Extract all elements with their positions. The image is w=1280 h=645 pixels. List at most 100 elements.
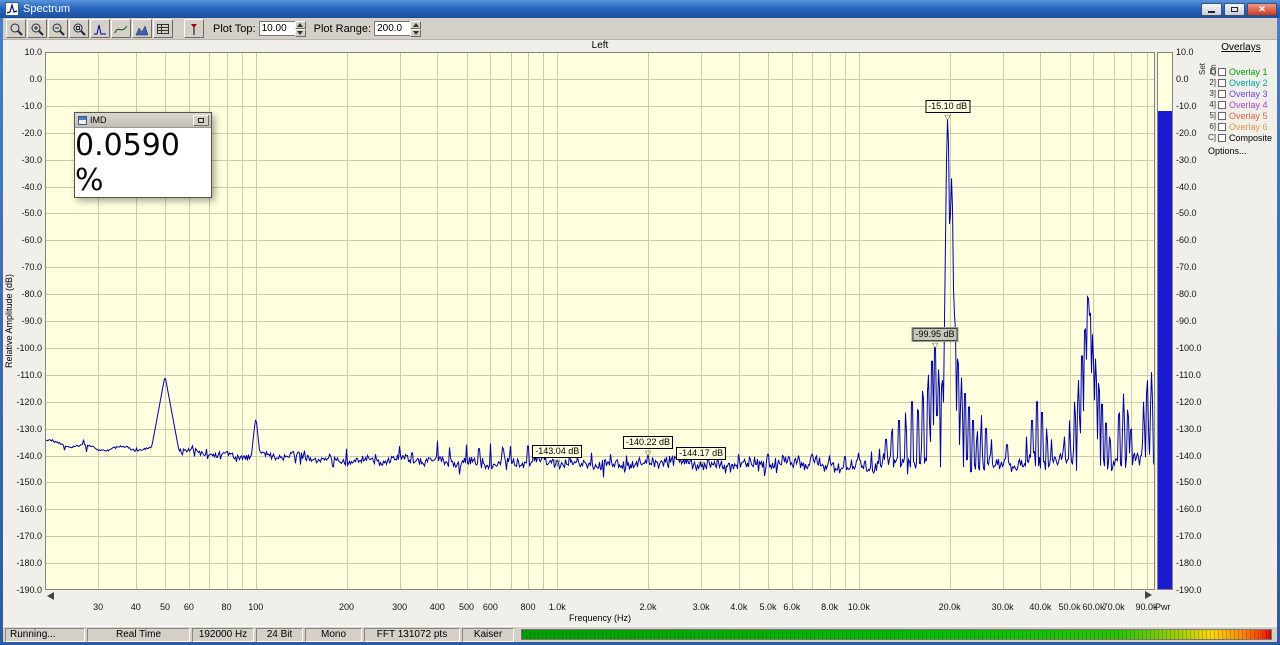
cursor-marker[interactable]: -144.17 dB ▽ [676,443,727,469]
marker-readout[interactable]: -15.10 dB [925,100,971,113]
cursor-marker[interactable]: -15.10 dB ▽ [925,96,971,122]
overlay-set-button[interactable]: 1] [1205,67,1216,76]
x-tick-label: 5.0k [759,602,777,612]
statusbar-segment: Kaiser [462,628,514,642]
plot-range-spinbox [374,20,422,37]
x-tick-label: 50 [159,602,170,612]
y-tick-label: -180.0 [1176,558,1202,568]
zoom-region-button[interactable] [69,19,89,38]
cursor-marker[interactable]: -143.04 dB ▽ [532,441,583,467]
y-tick-label: -120.0 [1176,397,1202,407]
minimize-icon [1208,10,1215,13]
x-tick-label: 300 [392,602,408,612]
zoom-in-button[interactable] [27,19,47,38]
x-tick-label: 30 [93,602,104,612]
peak-trace-button[interactable] [90,19,110,38]
overlay-on-checkbox[interactable] [1218,122,1226,131]
y-tick-label: -90.0 [1176,316,1197,326]
y-tick-label: -110.0 [1176,370,1201,380]
zoom-out-button[interactable] [48,19,68,38]
marker-readout[interactable]: -144.17 dB [676,447,727,460]
level-meter [521,629,1272,640]
cursor-button[interactable] [184,19,204,38]
y-tick-label: -30.0 [1176,155,1197,165]
plot-top-label: Plot Top: [213,22,256,35]
filled-trace-button[interactable] [132,19,152,38]
x-tick-label: 30.0k [991,602,1014,612]
plot-range-up-button[interactable] [410,20,422,29]
imd-titlebar[interactable]: IMD [75,113,211,128]
overlay-on-checkbox[interactable] [1218,67,1226,76]
y-tick-label: -190.0 [16,585,42,595]
overlay-set-button[interactable]: 2] [1205,78,1216,87]
marker-readout[interactable]: -99.95 dB [912,328,958,341]
statusbar-segment: 24 Bit [256,628,303,642]
plot-top-up-button[interactable] [294,20,306,29]
overlay-label[interactable]: Overlay 6 [1229,122,1268,132]
y-tick-label: -160.0 [1176,504,1202,514]
y-tick-label: -90.0 [21,316,42,326]
marker-arrow-icon: ▽ [698,460,705,469]
y-tick-label: -20.0 [21,128,42,138]
x-tick-label: 80 [221,602,232,612]
y-tick-label: -100.0 [1176,343,1202,353]
y-tick-label: -80.0 [21,289,42,299]
close-button[interactable]: ✕ [1247,2,1277,16]
marker-arrow-icon: ▽ [554,458,561,467]
minimize-button[interactable] [1201,2,1222,16]
overlay-set-button[interactable]: C] [1205,133,1216,142]
marker-readout[interactable]: -140.22 dB [623,436,674,449]
overlay-set-button[interactable]: 3] [1205,89,1216,98]
overlay-label[interactable]: Composite [1229,133,1272,143]
imd-restore-button[interactable] [193,114,209,126]
overlay-set-button[interactable]: 4] [1205,100,1216,109]
plot-range-input[interactable] [374,21,411,36]
y-tick-label: -150.0 [1176,477,1202,487]
overlay-on-checkbox[interactable] [1218,111,1226,120]
overlays-options-button[interactable]: Options... [1208,146,1247,156]
x-tick-label: 70.0k [1102,602,1125,612]
x-tick-label: 60 [183,602,194,612]
window-title: Spectrum [23,3,71,15]
y-tick-label: 10.0 [24,47,42,57]
cursor-marker[interactable]: -140.22 dB ▽ [623,432,674,458]
marker-readout[interactable]: -143.04 dB [532,445,583,458]
plot-range-down-button[interactable] [410,28,422,37]
overlay-on-checkbox[interactable] [1218,89,1226,98]
x-tick-label: 100 [248,602,264,612]
x-tick-label: 50.0k [1058,602,1081,612]
y-tick-label: -50.0 [21,208,42,218]
overlay-set-button[interactable]: 5] [1205,111,1216,120]
overlay-label[interactable]: Overlay 3 [1229,89,1268,99]
cursor-marker[interactable]: -99.95 dB ▽ [912,324,958,350]
y-tick-label: -170.0 [1176,531,1202,541]
overlay-on-checkbox[interactable] [1218,78,1226,87]
x-tick-label: 6.0k [783,602,801,612]
power-bar [1157,52,1173,590]
plot-top-down-button[interactable] [294,28,306,37]
y-tick-label: 0.0 [29,74,42,84]
overlay-label[interactable]: Overlay 4 [1229,100,1268,110]
data-table-button[interactable] [153,19,173,38]
y-tick-label: -170.0 [16,531,42,541]
overlay-set-button[interactable]: 6] [1205,122,1216,131]
curve-trace-button[interactable] [111,19,131,38]
overlay-on-checkbox[interactable] [1218,100,1226,109]
maximize-button[interactable] [1224,2,1245,16]
y-tick-label: -60.0 [1176,235,1197,245]
zoom-button[interactable] [6,19,26,38]
imd-window: IMD 0.0590 % [74,112,212,198]
overlay-label[interactable]: Overlay 1 [1229,67,1268,77]
overlay-label[interactable]: Overlay 5 [1229,111,1268,121]
overlay-label[interactable]: Overlay 2 [1229,78,1268,88]
scroll-right-arrow[interactable] [1145,591,1152,599]
y-tick-label: -110.0 [17,370,42,380]
titlebar[interactable]: Spectrum ✕ [0,0,1280,18]
y-tick-label: -120.0 [16,397,42,407]
y-tick-label: -100.0 [16,343,42,353]
app-icon [5,2,19,16]
down-arrow-icon [412,30,419,35]
plot-top-input[interactable] [258,21,295,36]
scroll-left-arrow[interactable] [47,592,54,600]
overlay-on-checkbox[interactable] [1218,133,1226,142]
